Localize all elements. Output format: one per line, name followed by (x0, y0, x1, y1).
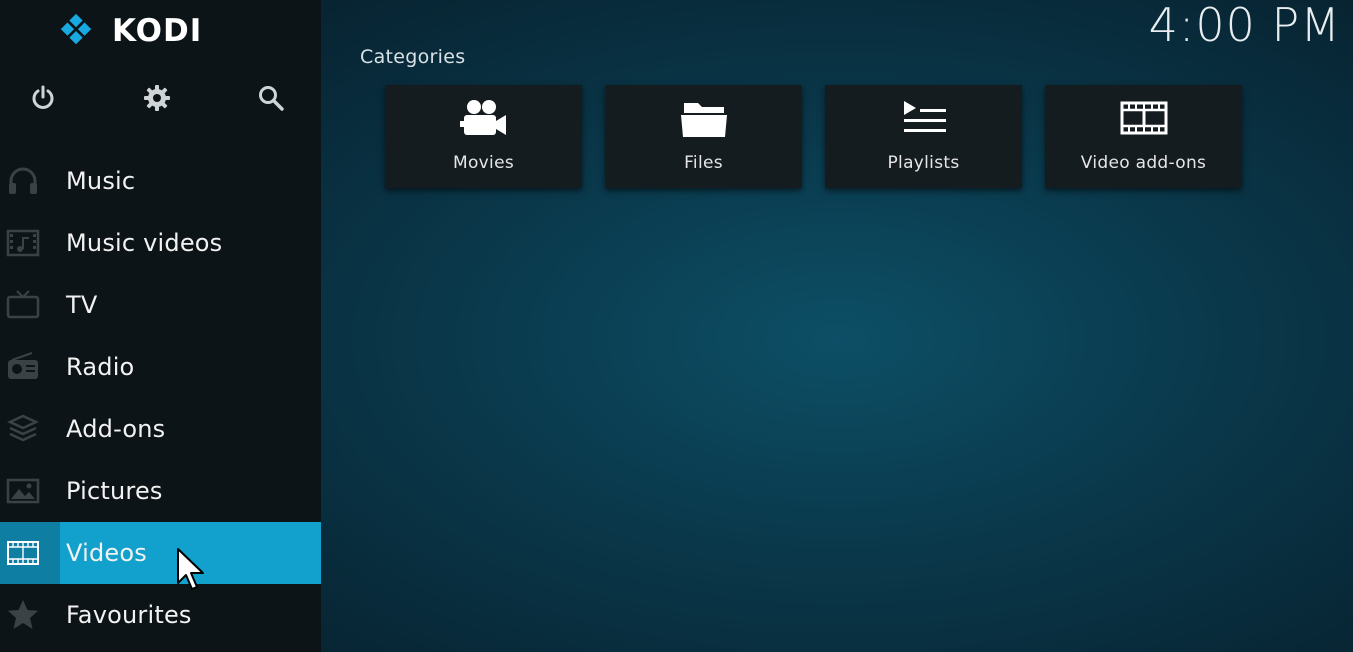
menu-item-addons[interactable]: Add-ons (0, 398, 321, 460)
kodi-logo-icon (60, 13, 92, 45)
menu-item-music-videos[interactable]: Music videos (0, 212, 321, 274)
menu-item-label: TV (66, 291, 98, 319)
main-menu: Music Music videos TV Radio Add-ons Pict… (0, 150, 321, 646)
tile-label: Files (684, 153, 723, 173)
playlist-icon (903, 101, 946, 132)
tile-movies[interactable]: Movies (385, 85, 582, 188)
menu-item-pictures[interactable]: Pictures (0, 460, 321, 522)
menu-item-label: Add-ons (66, 415, 166, 443)
tile-playlists[interactable]: Playlists (825, 85, 1022, 188)
menu-item-favourites[interactable]: Favourites (0, 584, 321, 646)
sidebar: KODI Music Music videos TV Radio Add-ons… (0, 0, 321, 652)
kodi-logo[interactable]: KODI (56, 12, 202, 50)
star-icon (8, 600, 38, 629)
radio-icon (8, 352, 38, 379)
category-tiles: Movies Files Playlists Video add-ons (385, 85, 1242, 188)
movie-camera-icon (459, 100, 506, 135)
menu-item-music[interactable]: Music (0, 150, 321, 212)
folder-icon (680, 103, 727, 137)
menu-item-label: Radio (66, 353, 135, 381)
menu-item-label: Pictures (66, 477, 163, 505)
mouse-cursor-icon (177, 548, 204, 590)
top-icon-bar (0, 80, 321, 116)
settings-button[interactable] (139, 80, 175, 116)
tile-label: Video add-ons (1080, 153, 1207, 173)
power-button[interactable] (25, 80, 61, 116)
menu-item-tv[interactable]: TV (0, 274, 321, 336)
search-icon (259, 86, 284, 111)
app-name: KODI (112, 13, 203, 49)
music-video-icon (6, 229, 40, 257)
tile-label: Playlists (887, 153, 960, 173)
search-button[interactable] (253, 80, 289, 116)
section-title: Categories (360, 46, 466, 68)
clock: 4:00 PM (1148, 0, 1341, 52)
film-strip-icon (1120, 101, 1167, 135)
menu-item-label: Favourites (66, 601, 192, 629)
film-icon (7, 541, 39, 565)
power-icon (32, 85, 54, 109)
picture-icon (6, 478, 40, 504)
menu-item-label: Music (66, 167, 136, 195)
menu-item-label: Videos (66, 539, 147, 567)
tile-video-addons[interactable]: Video add-ons (1045, 85, 1242, 188)
menu-item-label: Music videos (66, 229, 223, 257)
menu-item-videos[interactable]: Videos (0, 522, 321, 584)
headphones-icon (9, 167, 37, 194)
menu-item-radio[interactable]: Radio (0, 336, 321, 398)
addons-box-icon (7, 414, 39, 442)
tile-files[interactable]: Files (605, 85, 802, 188)
tile-label: Movies (453, 153, 514, 173)
tv-icon (6, 290, 40, 319)
settings-icon (144, 85, 170, 111)
